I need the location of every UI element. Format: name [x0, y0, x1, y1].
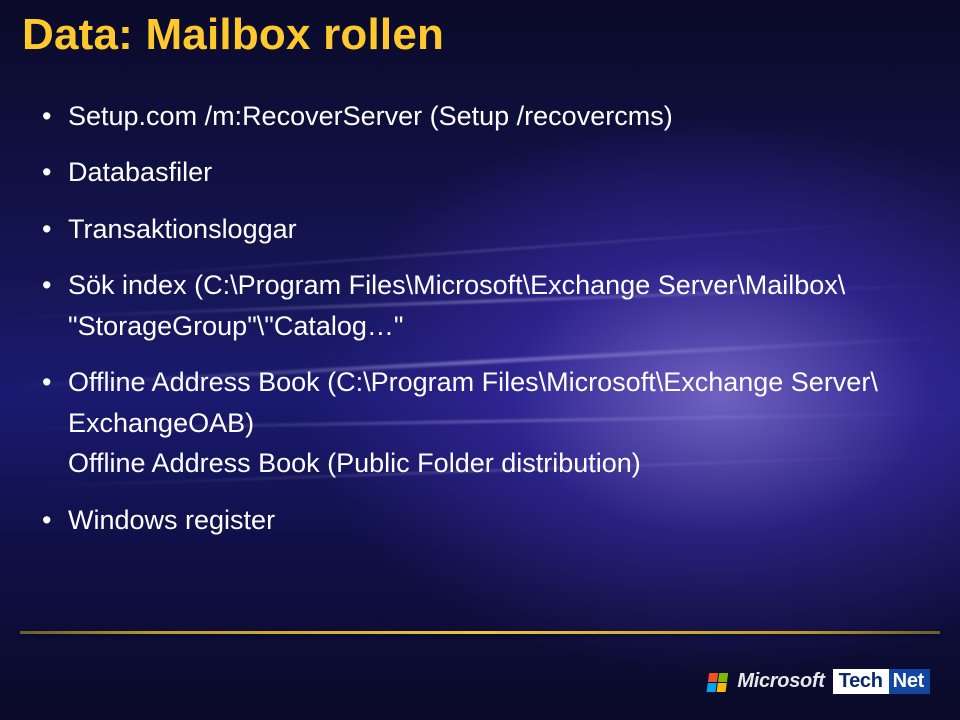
- footer-divider: [20, 631, 940, 634]
- technet-logo: TechNet: [833, 669, 930, 694]
- slide-title: Data: Mailbox rollen: [22, 10, 444, 60]
- slide-body: Setup.com /m:RecoverServer (Setup /recov…: [38, 98, 900, 558]
- bullet-text: ExchangeOAB): [68, 405, 900, 441]
- bullet-text: Sök index (C:\Program Files\Microsoft\Ex…: [68, 270, 845, 300]
- bullet-text: Offline Address Book (Public Folder dist…: [68, 445, 900, 481]
- footer-logo: Microsoft TechNet: [708, 669, 930, 694]
- microsoft-flag-icon: [707, 673, 729, 692]
- bullet-item: Sök index (C:\Program Files\Microsoft\Ex…: [38, 267, 900, 344]
- bullet-text: Offline Address Book (C:\Program Files\M…: [68, 367, 878, 397]
- technet-net: Net: [889, 669, 930, 694]
- bullet-text: "StorageGroup"\"Catalog…": [68, 308, 900, 344]
- slide: Data: Mailbox rollen Setup.com /m:Recove…: [0, 0, 960, 720]
- bullet-item: Setup.com /m:RecoverServer (Setup /recov…: [38, 98, 900, 134]
- bullet-item: Databasfiler: [38, 154, 900, 190]
- bullet-item: Transaktionsloggar: [38, 211, 900, 247]
- technet-tech: Tech: [833, 669, 889, 694]
- bullet-item: Offline Address Book (C:\Program Files\M…: [38, 364, 900, 481]
- bullet-item: Windows register: [38, 502, 900, 538]
- microsoft-wordmark: Microsoft: [737, 670, 824, 693]
